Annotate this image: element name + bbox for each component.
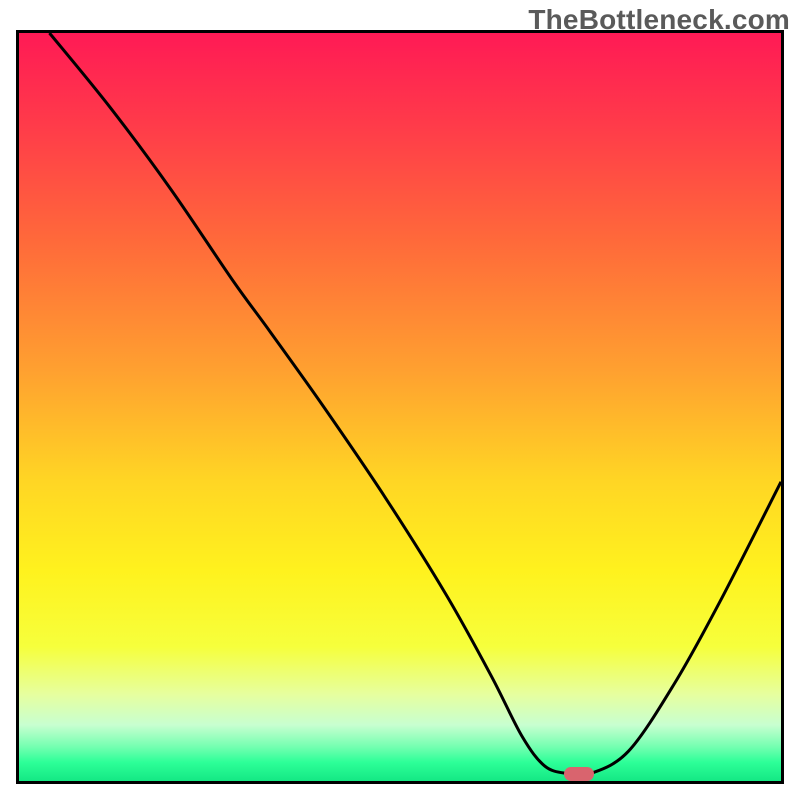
chart-container: TheBottleneck.com <box>0 0 800 800</box>
chart-svg <box>19 33 781 781</box>
plot-area <box>16 30 784 784</box>
watermark-text: TheBottleneck.com <box>528 4 790 36</box>
gradient-rect <box>19 33 781 781</box>
marker-point <box>564 767 594 781</box>
